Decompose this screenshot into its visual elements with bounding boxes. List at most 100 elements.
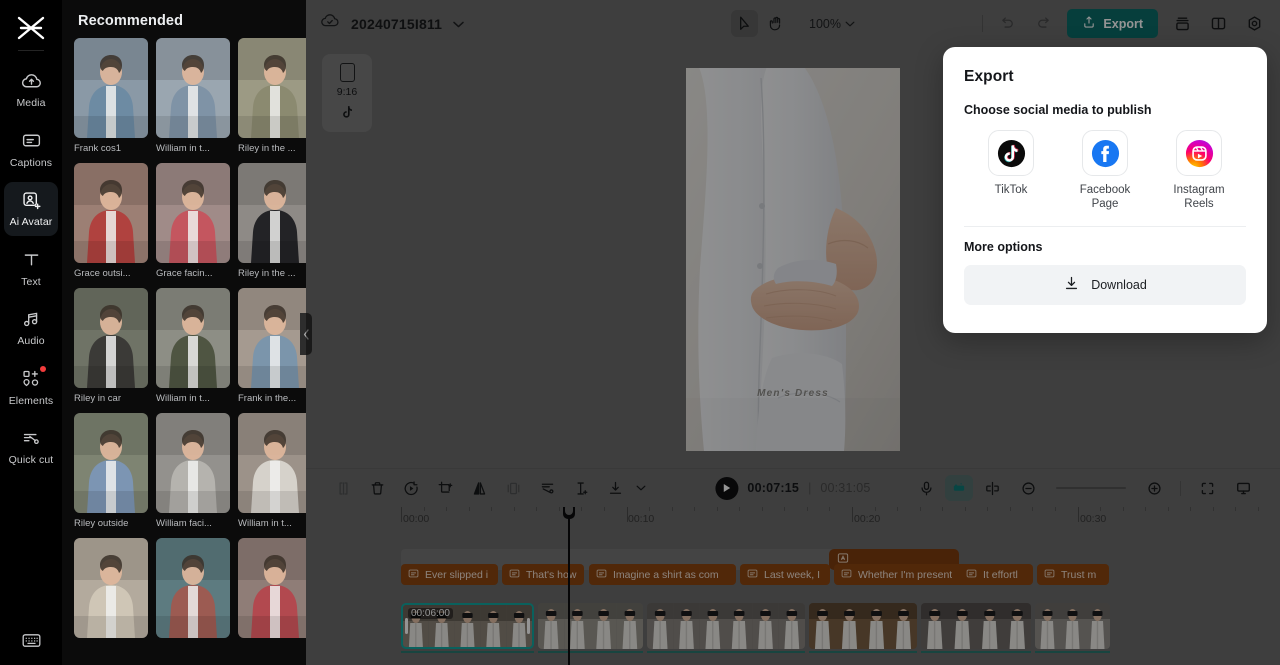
undo-button[interactable] [995,12,1019,36]
avatar-thumbnail-image [74,38,148,138]
social-option-facebook-page[interactable]: Facebook Page [1058,130,1152,211]
clip-trim-handle-left[interactable] [405,618,408,634]
caption-clip[interactable]: It effortl [959,564,1033,585]
caption-clip[interactable]: That's how I [502,564,584,585]
clip-filmstrip [1035,603,1110,649]
clip-trim-handle-right[interactable] [527,618,530,634]
sidebar-item-captions[interactable]: Captions [4,123,58,177]
sidebar-item-quick-cut[interactable]: Quick cut [4,420,58,474]
freeze-frame-button[interactable] [496,473,530,503]
avatar-card[interactable]: Frank in the... [238,288,306,405]
avatar-card[interactable]: Riley in the ... [238,38,306,155]
settings-button[interactable] [1242,12,1266,36]
timeline-ruler[interactable]: 00:00 00:10 00:20 00:30 [306,507,1280,533]
video-preview-stage[interactable]: Men's Dress [686,68,900,451]
project-menu[interactable]: 20240715I811 [320,11,464,36]
zoom-level-selector[interactable]: 100% [809,17,855,31]
crop-button[interactable] [428,473,462,503]
chevron-left-icon [303,328,309,340]
avatar-card[interactable]: Riley in the ... [238,163,306,280]
avatar-card[interactable] [238,538,306,642]
caption-clip[interactable]: Trust m [1037,564,1109,585]
playhead-handle[interactable] [563,507,575,519]
caption-clip[interactable]: Whether I'm present [834,564,974,585]
delete-button[interactable] [360,473,394,503]
avatar-card[interactable]: William faci... [156,413,230,530]
caption-track[interactable]: Ever slipped i That's how I Imagine a shir… [306,563,1280,595]
sidebar-item-ai-avatar[interactable]: Ai Avatar [4,182,58,236]
social-option-instagram-reels[interactable]: Instagram Reels [1152,130,1246,211]
ruler-tick [806,507,808,511]
ruler-tick [401,507,402,522]
keyframe-split-button[interactable] [975,473,1009,503]
presentation-button[interactable] [1226,473,1260,503]
clip-audio-waveline [1035,651,1110,653]
new-badge-dot [40,365,46,372]
avatar-thumbnail [238,38,306,138]
download-button[interactable]: Download [964,265,1246,305]
avatar-card[interactable]: Grace facin... [156,163,230,280]
split-button[interactable] [326,473,360,503]
video-clip-selected[interactable]: 00:06:00 [401,603,534,649]
hand-tool[interactable] [763,10,790,37]
redo-button[interactable] [1031,12,1055,36]
archive-box-button[interactable] [1170,12,1194,36]
avatar-card[interactable]: William in t... [156,38,230,155]
keyboard-shortcuts-icon[interactable] [20,629,42,651]
modal-divider [964,226,1246,227]
timeline[interactable]: 00:00 00:10 00:20 00:30 Ever slipped i Th… [306,507,1280,665]
zoom-in-button[interactable] [1137,473,1171,503]
ai-tools-button[interactable] [945,475,973,501]
caption-clip-text: Ever slipped i [425,568,489,581]
avatar-card[interactable]: William in t... [156,288,230,405]
caption-box-icon [841,568,852,582]
video-clip[interactable] [809,603,917,649]
video-track[interactable]: 00:06:00 [306,595,1280,655]
caption-clip[interactable]: Imagine a shirt as com [589,564,736,585]
caption-clip[interactable]: Ever slipped i [401,564,498,585]
aspect-ratio-card[interactable]: 9:16 [322,54,372,132]
rail-divider [18,50,44,51]
export-button[interactable]: Export [1067,9,1158,38]
microphone-button[interactable] [909,473,943,503]
speed-button[interactable] [394,473,428,503]
download-options-caret[interactable] [624,473,658,503]
sticker-track[interactable] [306,533,1280,570]
panel-layout-button[interactable] [1206,12,1230,36]
sidebar-item-media[interactable]: Media [4,63,58,117]
cursor-arrow-tool[interactable] [731,10,759,37]
avatar-card[interactable]: William in t... [238,413,306,530]
timeline-zoom-slider[interactable] [1056,487,1126,489]
avatar-card[interactable] [74,538,148,642]
video-clip[interactable] [1035,603,1110,649]
avatar-card[interactable]: Grace outsi... [74,163,148,280]
avatar-card[interactable]: Riley outside [74,413,148,530]
sidebar-item-audio[interactable]: Audio [4,301,58,355]
preview-text-overlay: Men's Dress [757,388,829,399]
sidebar-item-elements[interactable]: Elements [4,361,58,415]
social-option-tiktok[interactable]: TikTok [964,130,1058,211]
video-clip[interactable] [538,603,643,649]
play-button[interactable] [715,476,739,500]
zoom-out-button[interactable] [1011,473,1045,503]
split-marker-icon [576,481,587,495]
social-label: Facebook Page [1079,184,1131,210]
avatar-card[interactable]: Riley in car [74,288,148,405]
playhead[interactable] [563,507,575,665]
split-marker-button[interactable] [564,473,598,503]
avatar-card[interactable]: Frank cos1 [74,38,148,155]
zoom-level-value: 100% [809,16,841,31]
avatar-card[interactable] [156,538,230,642]
fit-to-screen-button[interactable] [1190,473,1224,503]
panel-collapse-handle[interactable] [300,313,312,355]
avatar-thumbnail [156,538,230,638]
mirror-button[interactable] [462,473,496,503]
avatar-grid: Frank cos1 William in t... Riley in the ..… [62,38,306,642]
caption-clip[interactable]: Last week, I v [740,564,830,585]
capcut-logo[interactable] [13,12,49,44]
video-clip[interactable] [647,603,805,649]
video-clip[interactable] [921,603,1031,649]
sidebar-item-text[interactable]: Text [4,242,58,296]
ruler-label: 00:00 [403,513,430,525]
auto-cut-button[interactable] [530,473,564,503]
